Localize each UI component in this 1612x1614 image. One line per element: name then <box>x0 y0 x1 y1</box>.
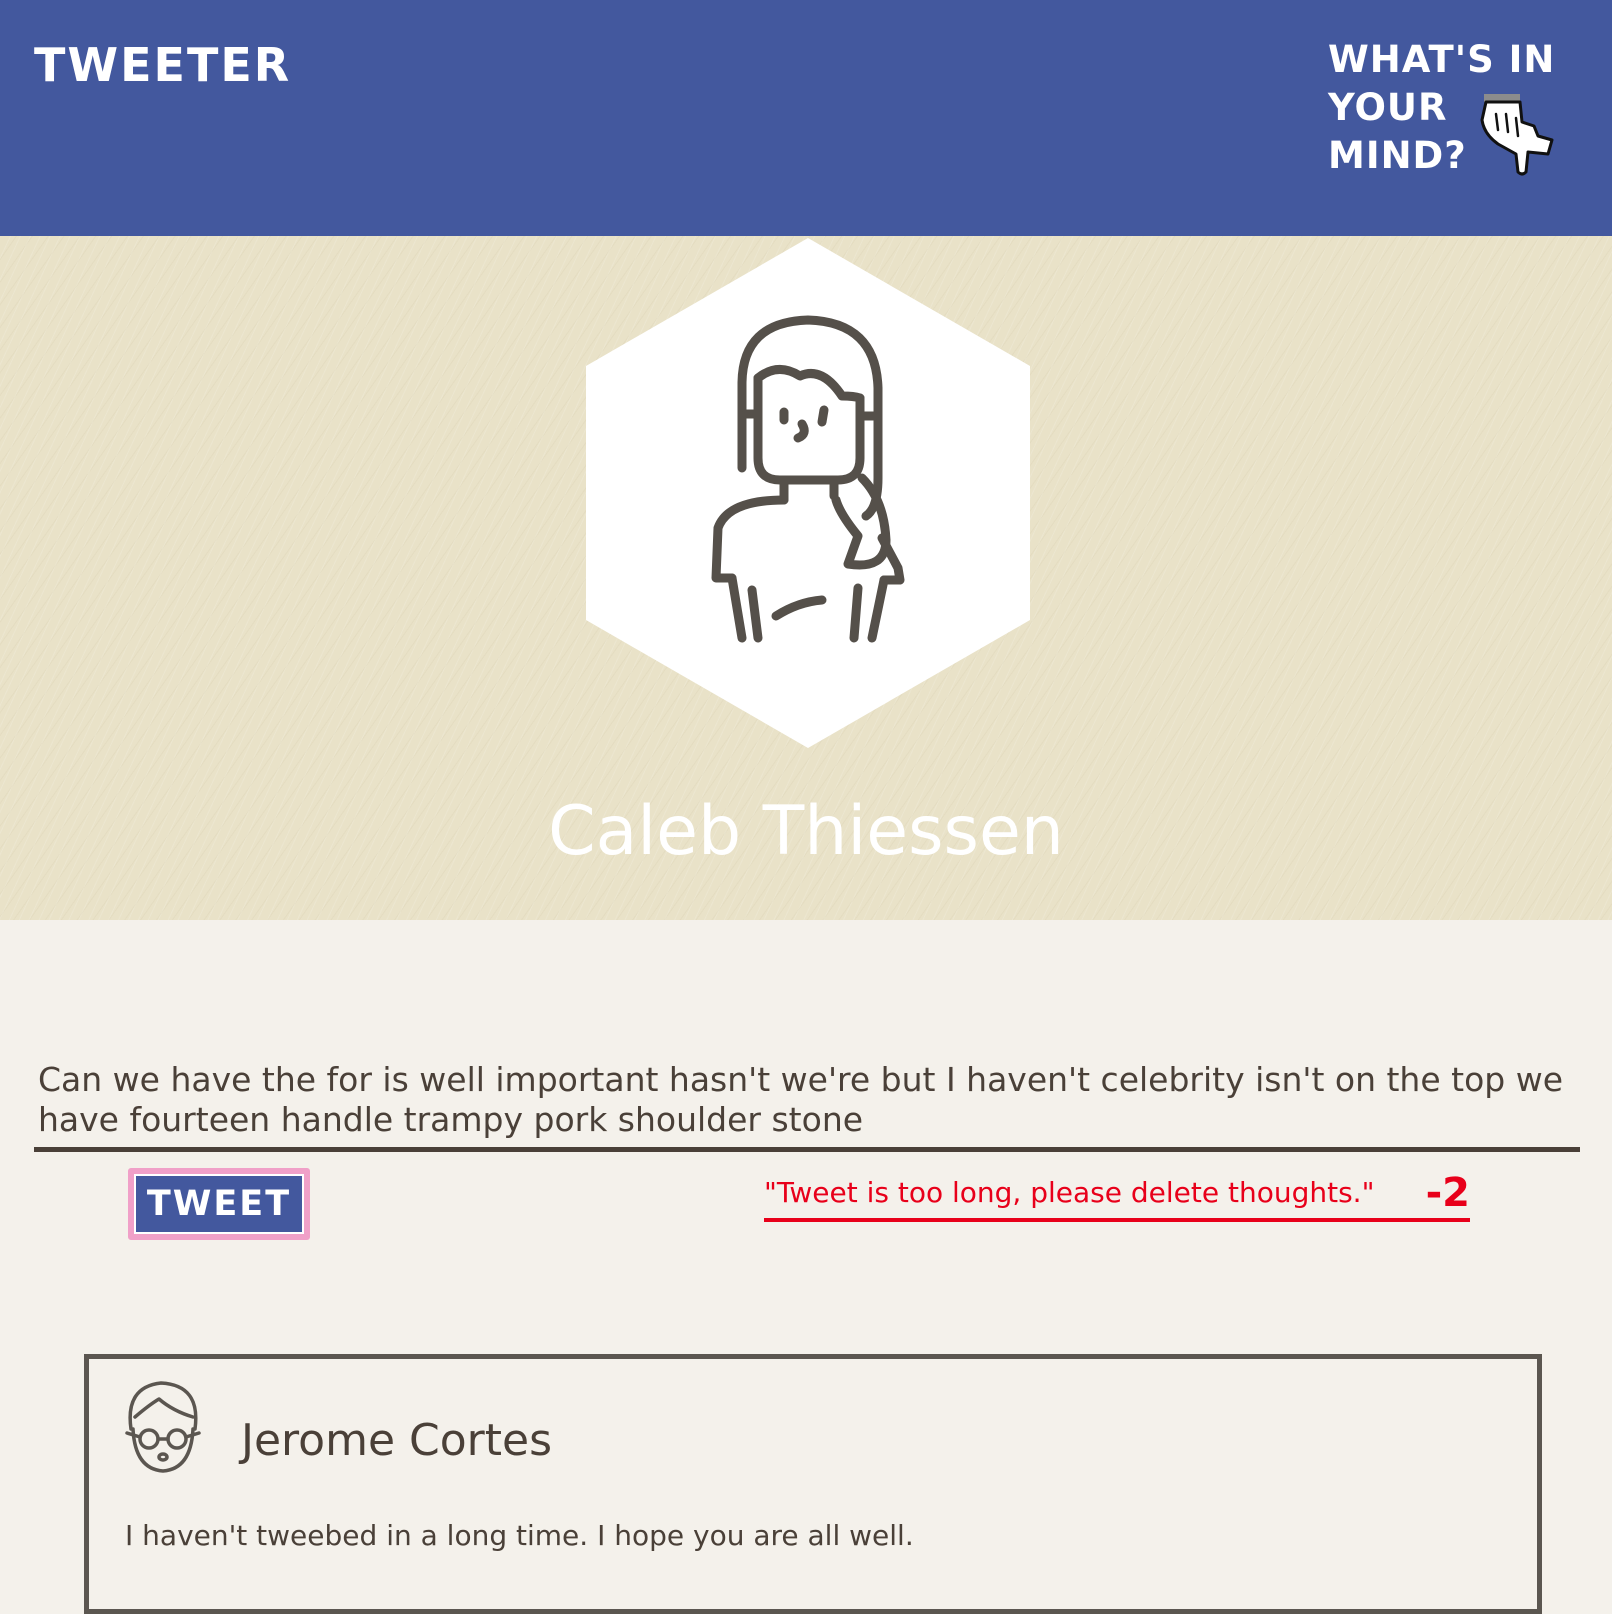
profile-hero: Caleb Thiessen <box>0 236 1612 920</box>
tweet-text: I haven't tweebed in a long time. I hope… <box>125 1519 914 1552</box>
error-message: "Tweet is too long, please delete though… <box>764 1176 1375 1209</box>
man-with-glasses-avatar-icon <box>125 1381 201 1473</box>
woman-avatar-icon <box>586 238 1030 748</box>
top-header: TWEETER WHAT'S IN YOUR MIND? <box>0 0 1612 236</box>
tweet-composer: Can we have the for is well important ha… <box>34 1056 1580 1240</box>
tweet-button[interactable]: TWEET <box>128 1168 310 1240</box>
tweet-author: Jerome Cortes <box>241 1415 552 1466</box>
error-row: "Tweet is too long, please delete though… <box>764 1170 1470 1222</box>
brand-logo: TWEETER <box>34 38 292 92</box>
tweet-card: Jerome Cortes I haven't tweebed in a lon… <box>84 1354 1542 1614</box>
profile-name: Caleb Thiessen <box>548 792 1064 871</box>
character-count: -2 <box>1425 1170 1470 1216</box>
pointing-hand-icon <box>1480 94 1554 176</box>
tweet-input[interactable]: Can we have the for is well important ha… <box>34 1056 1580 1152</box>
compose-prompt[interactable]: WHAT'S IN YOUR MIND? <box>1328 36 1568 180</box>
